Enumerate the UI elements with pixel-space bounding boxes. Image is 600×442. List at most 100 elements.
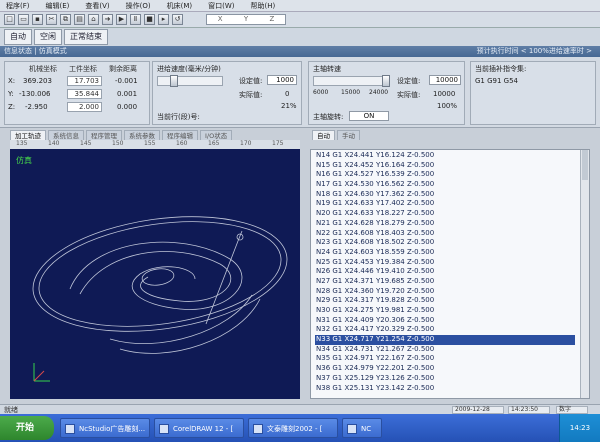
start-button[interactable]: 开始 <box>0 416 54 440</box>
ruler-tick: 160 <box>176 140 188 147</box>
feed-slider-thumb[interactable] <box>170 75 179 87</box>
code-line[interactable]: N23 G1 X24.608 Y18.502 Z-0.500 <box>315 238 575 248</box>
stop-icon[interactable]: ■ <box>144 14 155 25</box>
simulation-view[interactable]: 仿真 <box>10 149 300 399</box>
cut-icon[interactable]: ✂ <box>46 14 57 25</box>
ruler-tick: 150 <box>112 140 124 147</box>
machine-coord-header: 机械坐标 <box>29 65 57 73</box>
menu-edit[interactable]: 编辑(E) <box>46 1 70 11</box>
save-icon[interactable]: ▪ <box>32 14 43 25</box>
code-line[interactable]: N15 G1 X24.452 Y16.164 Z-0.500 <box>315 161 575 171</box>
spindle-switch-value[interactable]: ON <box>349 111 389 121</box>
code-line[interactable]: N35 G1 X24.971 Y22.167 Z-0.500 <box>315 354 575 364</box>
left-tab-row: 加工轨迹 系统信息 程序管理 系统参数 程序编辑 I/O状态 <box>10 130 233 140</box>
info-panel: 机械坐标 工件坐标 剩余距离 X: 369.203 17.703 -0.001 … <box>0 57 600 128</box>
taskbar: 开始 NcStudio广告雕刻... CorelDRAW 12 - [ 文泰雕刻… <box>0 414 600 442</box>
ruler-tick: 145 <box>80 140 92 147</box>
tab-auto[interactable]: 自动 <box>312 130 335 140</box>
menu-machine[interactable]: 机床(M) <box>167 1 193 11</box>
code-line[interactable]: N28 G1 X24.360 Y19.720 Z-0.500 <box>315 287 575 297</box>
code-line[interactable]: N25 G1 X24.453 Y19.384 Z-0.500 <box>315 258 575 268</box>
menu-window[interactable]: 窗口(W) <box>208 1 234 11</box>
code-line[interactable]: N14 G1 X24.441 Y16.124 Z-0.500 <box>315 151 575 161</box>
arrow-right-icon[interactable]: ➜ <box>102 14 113 25</box>
code-line[interactable]: N16 G1 X24.527 Y16.539 Z-0.500 <box>315 170 575 180</box>
spindle-set-label: 设定值: <box>397 77 421 85</box>
menu-view[interactable]: 查看(V) <box>85 1 109 11</box>
idle-state-label: 空闲 <box>34 29 62 45</box>
tab-program-edit[interactable]: 程序编辑 <box>162 130 198 140</box>
tab-io-status[interactable]: I/O状态 <box>200 130 233 140</box>
code-line[interactable]: N32 G1 X24.417 Y20.329 Z-0.500 <box>315 325 575 335</box>
vertical-scrollbar[interactable] <box>580 150 589 398</box>
tab-toolpath[interactable]: 加工轨迹 <box>10 130 46 140</box>
axis-y-row-label: Y: <box>8 90 14 98</box>
gcode-state-value: G1 G91 G54 <box>475 77 518 85</box>
estimated-time: 预计执行时间 < 100%进给速率时 > <box>476 47 592 55</box>
code-line[interactable]: N31 G1 X24.409 Y20.306 Z-0.500 <box>315 316 575 326</box>
play-icon[interactable]: ▶ <box>116 14 127 25</box>
home-icon[interactable]: ⌂ <box>88 14 99 25</box>
gcode-state-title: 当前插补指令集: <box>475 65 527 73</box>
task-wentai[interactable]: 文泰雕刻2002 - [ <box>248 418 338 438</box>
tab-manual[interactable]: 手动 <box>337 130 360 140</box>
tab-program-manage[interactable]: 程序管理 <box>86 130 122 140</box>
menu-program[interactable]: 程序(F) <box>6 1 30 11</box>
task-ncstudio[interactable]: NcStudio广告雕刻... <box>60 418 150 438</box>
code-line[interactable]: N34 G1 X24.731 Y21.267 Z-0.500 <box>315 345 575 355</box>
code-line[interactable]: N27 G1 X24.371 Y19.685 Z-0.500 <box>315 277 575 287</box>
task-nc[interactable]: NC <box>342 418 382 438</box>
code-line[interactable]: N17 G1 X24.530 Y16.562 Z-0.500 <box>315 180 575 190</box>
ruler-tick: 155 <box>144 140 156 147</box>
ready-label: 就绪 <box>4 406 18 414</box>
code-line[interactable]: N21 G1 X24.628 Y18.279 Z-0.500 <box>315 219 575 229</box>
copy-icon[interactable]: ⧉ <box>60 14 71 25</box>
feed-set-value[interactable]: 1000 <box>267 75 297 85</box>
menu-operate[interactable]: 操作(O) <box>126 1 151 11</box>
code-line[interactable]: N30 G1 X24.275 Y19.981 Z-0.500 <box>315 306 575 316</box>
code-line[interactable]: N33 G1 X24.717 Y21.254 Z-0.500 <box>315 335 575 345</box>
step-icon[interactable]: ▸ <box>158 14 169 25</box>
ruler-tick: 140 <box>48 140 60 147</box>
code-line[interactable]: N29 G1 X24.317 Y19.828 Z-0.500 <box>315 296 575 306</box>
reset-icon[interactable]: ↺ <box>172 14 183 25</box>
toolpath-lead-line <box>205 240 239 325</box>
code-line[interactable]: N38 G1 X25.131 Y23.142 Z-0.500 <box>315 384 575 394</box>
remain-z-value: 0.000 <box>117 103 138 111</box>
gcode-list[interactable]: N14 G1 X24.441 Y16.124 Z-0.500 N15 G1 X24… <box>315 151 575 393</box>
new-file-icon[interactable]: □ <box>4 14 15 25</box>
spindle-slider-thumb[interactable] <box>382 75 390 87</box>
axis-selector[interactable]: X Y Z <box>206 14 286 25</box>
tab-system-info[interactable]: 系统信息 <box>48 130 84 140</box>
toolpath-center-hole <box>141 268 175 286</box>
code-line[interactable]: N24 G1 X24.603 Y18.559 Z-0.500 <box>315 248 575 258</box>
code-line[interactable]: N19 G1 X24.633 Y17.402 Z-0.500 <box>315 199 575 209</box>
code-line[interactable]: N37 G1 X25.129 Y23.126 Z-0.500 <box>315 374 575 384</box>
feed-slider[interactable] <box>157 75 223 87</box>
code-line[interactable]: N18 G1 X24.630 Y17.362 Z-0.500 <box>315 190 575 200</box>
remain-header: 剩余距离 <box>109 65 137 73</box>
paste-icon[interactable]: ▤ <box>74 14 85 25</box>
code-line[interactable]: N36 G1 X24.979 Y22.201 Z-0.500 <box>315 364 575 374</box>
task-ncstudio-label: NcStudio广告雕刻... <box>79 425 146 433</box>
spindle-slider[interactable] <box>313 75 390 87</box>
open-file-icon[interactable]: ▭ <box>18 14 29 25</box>
menu-help[interactable]: 帮助(H) <box>251 1 276 11</box>
task-wentai-label: 文泰雕刻2002 - [ <box>267 425 323 433</box>
pause-icon[interactable]: Ⅱ <box>130 14 141 25</box>
code-line[interactable]: N26 G1 X24.446 Y19.410 Z-0.500 <box>315 267 575 277</box>
scrollbar-thumb[interactable] <box>582 150 588 180</box>
ruler-tick: 175 <box>272 140 284 147</box>
auto-mode-button[interactable]: 自动 <box>4 29 32 45</box>
gcode-list-panel[interactable]: N14 G1 X24.441 Y16.124 Z-0.500 N15 G1 X24… <box>310 149 590 399</box>
spindle-set-value[interactable]: 10000 <box>429 75 461 85</box>
feed-actual-label: 实际值: <box>239 91 263 99</box>
spindle-scale-max: 24000 <box>369 89 389 96</box>
code-line[interactable]: N22 G1 X24.608 Y18.403 Z-0.500 <box>315 229 575 239</box>
ruler-tick: 170 <box>240 140 252 147</box>
tab-system-params[interactable]: 系统参数 <box>124 130 160 140</box>
spindle-actual-value: 10000 <box>433 90 456 98</box>
code-line[interactable]: N20 G1 X24.633 Y18.227 Z-0.500 <box>315 209 575 219</box>
feed-title: 进给速度(毫米/分钟) <box>157 65 221 73</box>
task-coreldraw[interactable]: CorelDRAW 12 - [ <box>154 418 244 438</box>
